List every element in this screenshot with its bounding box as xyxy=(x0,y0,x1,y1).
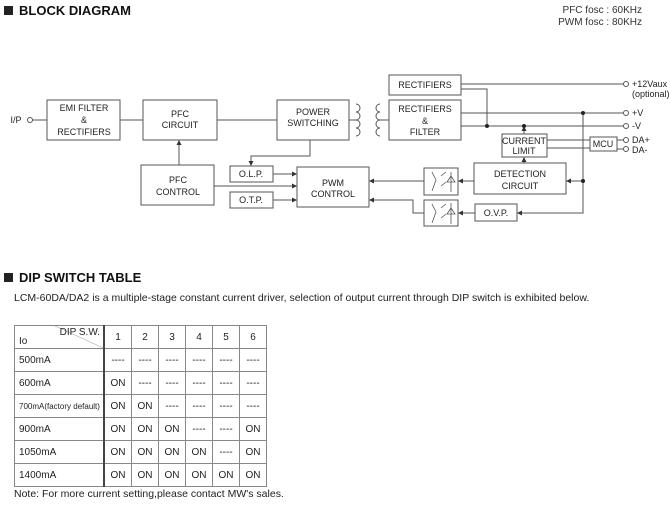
switch-cell: ---- xyxy=(185,394,213,418)
switch-cell: ON xyxy=(158,463,186,487)
rect-filter-label: FILTER xyxy=(410,127,441,137)
dip-table-heading: DIP SWITCH TABLE xyxy=(4,270,141,285)
switch-cell: ON xyxy=(103,463,132,487)
switch-cell: ON xyxy=(131,417,159,441)
current-limit-label: CURRENT xyxy=(502,136,547,146)
switch-cell: ON xyxy=(131,463,159,487)
column-header: 2 xyxy=(131,325,159,349)
power-switching-label: POWER xyxy=(296,107,331,117)
detection-label: CIRCUIT xyxy=(502,181,539,191)
pfc-control-label: PFC xyxy=(169,175,188,185)
switch-cell: ON xyxy=(103,440,132,464)
row-label: 1050mA xyxy=(14,440,105,464)
switch-cell: ---- xyxy=(239,394,267,418)
rect-filter-label: RECTIFIERS xyxy=(398,104,452,114)
otp-label: O.T.P. xyxy=(239,195,263,205)
pwm-control-label: CONTROL xyxy=(311,189,355,199)
transformer-icon xyxy=(355,103,381,137)
corner-top: DIP S.W. xyxy=(59,327,100,338)
column-header: 1 xyxy=(103,325,132,349)
switch-cell: ---- xyxy=(131,371,159,395)
switch-cell: ON xyxy=(239,440,267,464)
column-header: 5 xyxy=(212,325,240,349)
pfc-control-box xyxy=(140,164,215,206)
current-limit-label: LIMIT xyxy=(512,146,536,156)
table-row: 1400mA ON ON ON ON ON ON xyxy=(14,463,267,487)
switch-cell: ---- xyxy=(212,417,240,441)
output-da-plus: DA+ xyxy=(632,135,650,145)
emi-label: RECTIFIERS xyxy=(57,127,111,137)
description: LCM-60DA/DA2 is a multiple-stage constan… xyxy=(14,292,590,304)
square-bullet-icon xyxy=(4,273,13,282)
emi-label: EMI FILTER xyxy=(60,103,109,113)
switch-cell: ON xyxy=(103,371,132,395)
switch-cell: ---- xyxy=(185,417,213,441)
block-diagram: I/P EMI FILTER & RECTIFIERS PFC CIRCUIT … xyxy=(10,74,670,227)
optocoupler-2 xyxy=(423,199,459,227)
switch-cell: ON xyxy=(158,417,186,441)
switch-cell: ---- xyxy=(158,394,186,418)
power-switching-label: SWITCHING xyxy=(287,118,339,128)
row-label: 900mA xyxy=(14,417,105,441)
output-nv: -V xyxy=(632,121,641,131)
table-row: 600mA ON ---- ---- ---- ---- ---- xyxy=(14,371,267,395)
table-header-row: DIP S.W. Io 123456 xyxy=(14,325,267,349)
mcu-label: MCU xyxy=(593,139,614,149)
row-label: 1400mA xyxy=(14,463,105,487)
switch-cell: ---- xyxy=(239,348,267,372)
switch-cell: ---- xyxy=(212,394,240,418)
switch-cell: ---- xyxy=(212,440,240,464)
switch-cell: ---- xyxy=(131,348,159,372)
column-header: 6 xyxy=(239,325,267,349)
switch-cell: ON xyxy=(212,463,240,487)
emi-label: & xyxy=(81,115,87,125)
rect-filter-label: & xyxy=(422,116,428,126)
switch-cell: ON xyxy=(131,440,159,464)
corner-cell: DIP S.W. Io xyxy=(14,325,105,349)
output-da-minus: DA- xyxy=(632,145,648,155)
switch-cell: ---- xyxy=(185,371,213,395)
output-aux: +12Vaux xyxy=(632,79,668,89)
olp-label: O.L.P. xyxy=(239,169,263,179)
corner-bottom: Io xyxy=(19,336,28,347)
table-row: 900mA ON ON ON ---- ---- ON xyxy=(14,417,267,441)
switch-cell: ON xyxy=(239,463,267,487)
note: Note: For more current setting,please co… xyxy=(14,488,284,500)
input-label: I/P xyxy=(10,115,21,125)
optocoupler-1 xyxy=(423,167,459,196)
output-pv: +V xyxy=(632,108,643,118)
switch-cell: ON xyxy=(158,440,186,464)
table-row: 1050mA ON ON ON ON ---- ON xyxy=(14,440,267,464)
pwm-control-label: PWM xyxy=(322,178,344,188)
switch-cell: ---- xyxy=(212,348,240,372)
switch-cell: ON xyxy=(131,394,159,418)
switch-cell: ON xyxy=(239,417,267,441)
dip-switch-table: DIP S.W. Io 123456 500mA ---- ---- ---- ---- -… xyxy=(14,325,267,487)
row-label: 600mA xyxy=(14,371,105,395)
switch-cell: ON xyxy=(103,417,132,441)
table-row: 500mA ---- ---- ---- ---- ---- ---- xyxy=(14,348,267,372)
pfc-circuit-label: PFC xyxy=(171,109,190,119)
column-header: 3 xyxy=(158,325,186,349)
column-header: 4 xyxy=(185,325,213,349)
detection-label: DETECTION xyxy=(494,169,546,179)
table-row: 700mA(factory default) ON ON ---- ---- ---- --… xyxy=(14,394,267,418)
switch-cell: ---- xyxy=(212,371,240,395)
heading-text: DIP SWITCH TABLE xyxy=(19,270,142,285)
switch-cell: ---- xyxy=(158,348,186,372)
ovp-label: O.V.P. xyxy=(484,208,509,218)
pfc-control-label: CONTROL xyxy=(156,187,200,197)
switch-cell: ---- xyxy=(158,371,186,395)
rectifiers-label: RECTIFIERS xyxy=(398,80,452,90)
switch-cell: ---- xyxy=(185,348,213,372)
pfc-circuit-label: CIRCUIT xyxy=(162,120,199,130)
row-label: 500mA xyxy=(14,348,105,372)
switch-cell: ON xyxy=(185,440,213,464)
switch-cell: ON xyxy=(103,394,132,418)
switch-cell: ---- xyxy=(103,348,132,372)
row-label: 700mA(factory default) xyxy=(14,394,105,418)
output-aux-note: (optional) xyxy=(632,89,670,99)
switch-cell: ---- xyxy=(239,371,267,395)
switch-cell: ON xyxy=(185,463,213,487)
